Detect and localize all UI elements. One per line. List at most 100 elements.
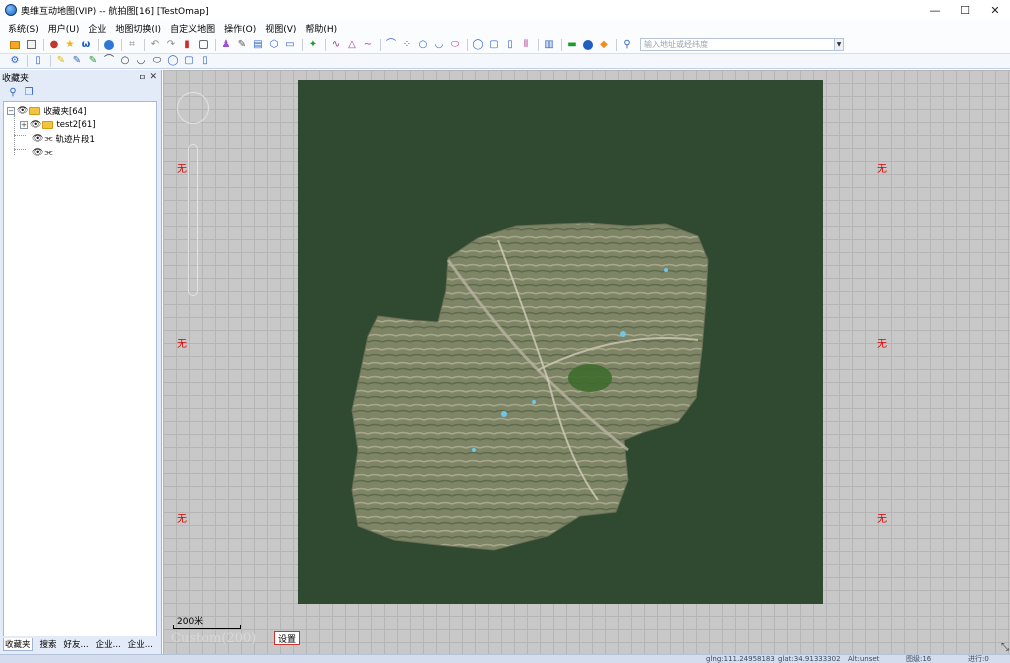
road-icon[interactable]: ⌒ (384, 38, 398, 52)
folder-icon (29, 106, 41, 115)
panel-toolbar: ⚲ ❐ (2, 86, 158, 100)
ellipse-icon[interactable]: ⬭ (448, 38, 462, 52)
favorites-panel: 收藏夹 ㅁ ✕ ⚲ ❐ − 👁 收藏夹[64] + 👁 test2[61] 👁 … (0, 70, 162, 654)
region-circle-icon[interactable]: ◯ (471, 38, 485, 52)
search-icon[interactable]: ⚲ (620, 38, 634, 52)
users-icon[interactable]: ● (47, 38, 61, 52)
tab-enterprise-1[interactable]: 企业... (96, 638, 121, 650)
region-rect-icon[interactable]: ▢ (487, 38, 501, 52)
pin-user-icon[interactable]: ♟ (219, 38, 233, 52)
search-favorites-icon[interactable]: ⚲ (6, 86, 20, 100)
close-button[interactable]: ✕ (980, 0, 1010, 20)
minimize-button[interactable]: — (920, 0, 950, 20)
visibility-eye-icon[interactable]: 👁 (17, 106, 28, 116)
pin-blue-icon[interactable]: ✎ (70, 54, 84, 68)
menu-system[interactable]: 系统(S) (8, 22, 39, 35)
rect-region-icon[interactable]: ▢ (182, 54, 196, 68)
close-panel-icon[interactable]: ✕ (149, 72, 157, 82)
hexagon-icon[interactable]: ⬡ (267, 38, 281, 52)
crop-icon[interactable]: ⌗ (125, 38, 139, 52)
circle-region-icon[interactable]: ◯ (166, 54, 180, 68)
address-search-input[interactable]: 输入地址或经纬度 (640, 38, 835, 51)
visibility-eye-icon[interactable]: 👁 (32, 148, 43, 158)
redo-icon[interactable]: ↷ (164, 38, 178, 52)
pin-panel-icon[interactable]: ㅁ (139, 72, 146, 83)
circle-outline-icon[interactable]: ○ (118, 54, 132, 68)
info-icon[interactable] (581, 38, 595, 52)
delete-icon[interactable]: ▮ (180, 38, 194, 52)
globe-icon[interactable] (102, 38, 116, 52)
tree-item-track-unnamed[interactable]: 👁 ⫘ (32, 146, 56, 159)
tree-item-track-segment[interactable]: 👁 ⫘ 轨迹片段1 (32, 132, 95, 145)
settings-button[interactable]: 设置 (274, 631, 300, 645)
pin-yellow-icon[interactable]: ✎ (54, 54, 68, 68)
track-icon[interactable]: ѡ (79, 38, 93, 52)
aerial-photo-image (351, 222, 709, 551)
aerial-image-tile (298, 80, 823, 604)
clear-icon[interactable] (196, 38, 210, 52)
video-icon[interactable]: ▭ (283, 38, 297, 52)
menu-enterprise[interactable]: 企业 (88, 22, 106, 35)
altitude-readout: Alt:unset (848, 655, 880, 663)
favorite-star-icon[interactable]: ★ (63, 38, 77, 52)
menu-user[interactable]: 用户(U) (48, 22, 80, 35)
tab-favorites[interactable]: 收藏夹 (3, 637, 33, 651)
chevron-down-icon[interactable]: ▼ (835, 38, 844, 51)
chart-icon[interactable]: ▥ (542, 38, 556, 52)
visibility-eye-icon[interactable]: 👁 (32, 134, 43, 144)
tree-item-test2[interactable]: + 👁 test2[61] (20, 118, 96, 131)
menu-operation[interactable]: 操作(O) (224, 22, 256, 35)
page-region-icon[interactable]: ▯ (198, 54, 212, 68)
zoom-slider[interactable] (188, 144, 198, 296)
panel-tabs: 收藏夹 搜索 好友... 企业... 企业... (3, 636, 157, 652)
arc-icon[interactable]: ◡ (432, 38, 446, 52)
favorites-tree: − 👁 收藏夹[64] + 👁 test2[61] 👁 ⫘ 轨迹片段1 👁 ⫘ (3, 101, 157, 647)
polyline-icon[interactable]: ∿ (329, 38, 343, 52)
scale-bar (173, 625, 241, 629)
place-pin-icon[interactable]: ✦ (306, 38, 320, 52)
menu-help[interactable]: 帮助(H) (305, 22, 337, 35)
tab-enterprise-2[interactable]: 企业... (128, 638, 153, 650)
visibility-eye-icon[interactable]: 👁 (30, 120, 41, 130)
custom-map-label: Custom(200) (171, 631, 257, 646)
polygon-icon[interactable]: △ (345, 38, 359, 52)
menu-bar: 系统(S) 用户(U) 企业 地图切换(I) 自定义地图 操作(O) 视图(V)… (0, 20, 1010, 36)
menu-map-switch[interactable]: 地图切换(I) (115, 22, 161, 35)
menu-view[interactable]: 视图(V) (265, 22, 296, 35)
settings-gear-icon[interactable]: ⚙ (8, 54, 22, 68)
tab-friends[interactable]: 好友... (64, 638, 89, 650)
columns-icon[interactable]: ⫴ (519, 38, 533, 52)
save-icon[interactable] (24, 38, 38, 52)
expander-toggle[interactable]: + (20, 120, 28, 129)
print-icon[interactable]: ▤ (251, 38, 265, 52)
document-icon[interactable]: ▯ (503, 38, 517, 52)
tab-search[interactable]: 搜索 (40, 638, 57, 650)
arc-outline-icon[interactable]: ◡ (134, 54, 148, 68)
map-view[interactable]: 无 无 无 无 无 无 200米 Custom(200) 设置 ⤡ (163, 70, 1010, 654)
tree-item-label: 收藏夹[64] (43, 106, 87, 117)
ruler-icon[interactable]: ✎ (235, 38, 249, 52)
open-folder-icon[interactable] (8, 38, 22, 52)
curve-icon[interactable]: ∼ (361, 38, 375, 52)
chat-icon[interactable]: ▬ (565, 38, 579, 52)
tree-item-root[interactable]: − 👁 收藏夹[64] (7, 104, 86, 117)
zoom-control-ring[interactable] (177, 92, 209, 124)
circle-icon[interactable]: ○ (416, 38, 430, 52)
ellipse-outline-icon[interactable]: ⬭ (150, 54, 164, 68)
tree-item-label: 轨迹片段1 (55, 134, 95, 145)
gem-icon[interactable]: ◆ (597, 38, 611, 52)
pin-green-icon[interactable]: ✎ (86, 54, 100, 68)
resize-grip-icon[interactable]: ⤡ (1001, 642, 1009, 653)
window-title: 奥维互动地图(VIP) -- 航拍图[16] [TestOmap] (21, 6, 209, 17)
expander-toggle[interactable]: − (7, 106, 15, 115)
copy-icon[interactable]: ❐ (22, 86, 36, 100)
maximize-button[interactable]: ☐ (950, 0, 980, 20)
new-document-icon[interactable]: ▯ (31, 54, 45, 68)
track-icon: ⫘ (44, 133, 53, 144)
menu-custom-map[interactable]: 自定义地图 (170, 22, 215, 35)
road-line-icon[interactable]: ⌒ (102, 54, 116, 68)
undo-icon[interactable]: ↶ (148, 38, 162, 52)
points-icon[interactable]: ⁘ (400, 38, 414, 52)
zoom-level-readout: 图级:16 (906, 655, 932, 663)
status-bar: glng:111.24958183 glat:34.91333302 Alt:u… (0, 654, 1010, 663)
